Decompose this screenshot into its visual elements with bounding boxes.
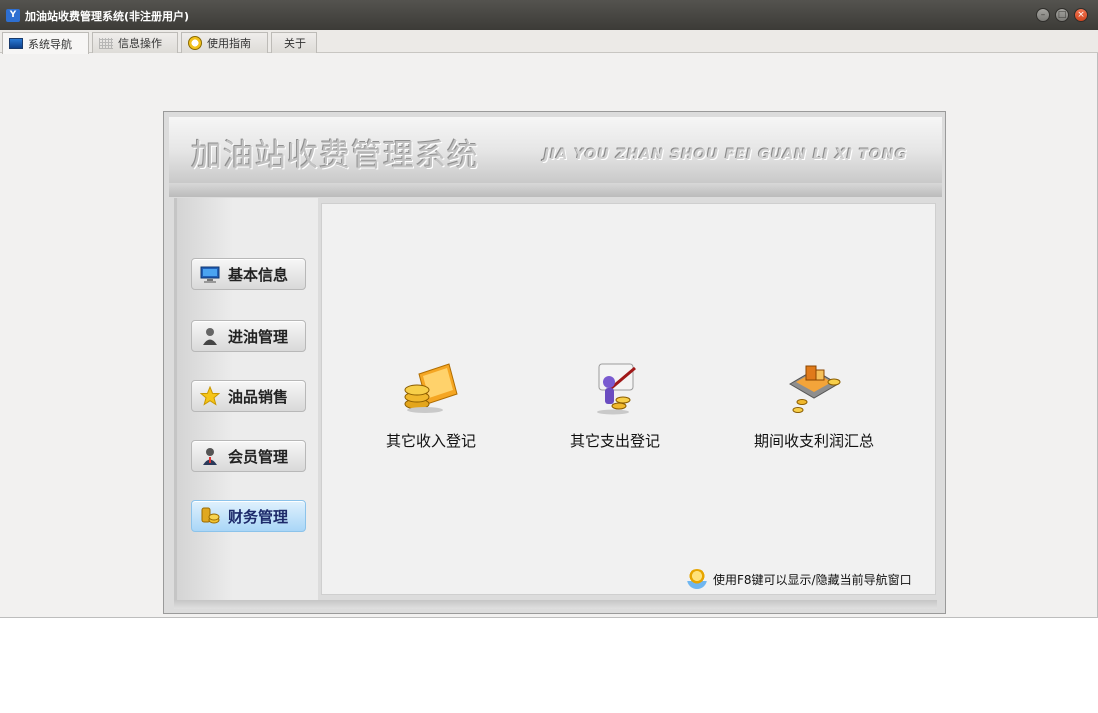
monitor-icon <box>9 38 23 49</box>
tab-label: 关于 <box>284 37 306 50</box>
person-icon <box>203 328 217 345</box>
member-icon <box>203 448 217 465</box>
header-band <box>169 183 942 197</box>
profit-summary-icon <box>789 365 841 413</box>
sidebar-item-label: 会员管理 <box>228 447 289 466</box>
close-button[interactable]: × <box>1074 8 1088 22</box>
navigation-panel: 加油站收费管理系统 JIA YOU ZHAN SHOU FEI GUAN LI … <box>163 111 946 614</box>
f8-hint: 使用F8键可以显示/隐藏当前导航窗口 <box>687 569 912 589</box>
function-period-profit-summary[interactable]: 期间收支利润汇总 <box>734 360 894 451</box>
sidebar-item-label: 油品销售 <box>228 387 289 406</box>
function-label: 期间收支利润汇总 <box>753 432 874 450</box>
grid-icon <box>99 37 113 49</box>
function-label: 其它支出登记 <box>569 432 660 450</box>
star-icon <box>200 386 220 406</box>
monitor-icon <box>200 266 220 283</box>
app-window: Y 加油站收费管理系统(非注册用户) – □ × 系统导航 信息操作 使用指南 … <box>0 0 1098 618</box>
system-title: 加油站收费管理系统 <box>191 138 479 174</box>
function-other-expense[interactable]: 其它支出登记 <box>550 360 680 451</box>
tab-label: 使用指南 <box>207 37 251 50</box>
function-area: 其它收入登记 其它支出登记 期间收支利润汇总 使用F8键可以显示/隐藏当前导航窗… <box>321 203 936 595</box>
tab-about[interactable]: 关于 <box>271 32 317 53</box>
sidebar-item-fuel-intake[interactable]: 进油管理 <box>191 320 306 352</box>
maximize-button[interactable]: □ <box>1055 8 1069 22</box>
sidebar-item-label: 进油管理 <box>228 327 289 346</box>
tab-user-guide[interactable]: 使用指南 <box>181 32 268 53</box>
hint-text: 使用F8键可以显示/隐藏当前导航窗口 <box>713 572 912 587</box>
minimize-button[interactable]: – <box>1036 8 1050 22</box>
function-label: 其它收入登记 <box>385 432 476 450</box>
sidebar-item-label: 财务管理 <box>228 507 289 526</box>
title-bar: Y 加油站收费管理系统(非注册用户) – □ × <box>0 0 1098 30</box>
clock-icon <box>188 36 202 50</box>
sidebar-item-finance-management[interactable]: 财务管理 <box>191 500 306 532</box>
window-title: 加油站收费管理系统(非注册用户) <box>25 10 190 23</box>
expense-icon <box>597 363 636 415</box>
panel-bottom-bar <box>174 600 937 609</box>
tab-label: 系统导航 <box>28 37 72 51</box>
tab-bar: 系统导航 信息操作 使用指南 关于 <box>0 30 1098 54</box>
sidebar-item-basic-info[interactable]: 基本信息 <box>191 258 306 290</box>
sidebar-item-member-management[interactable]: 会员管理 <box>191 440 306 472</box>
sidebar-item-fuel-sales[interactable]: 油品销售 <box>191 380 306 412</box>
coins-icon <box>201 507 220 524</box>
user-hint-icon <box>687 569 707 589</box>
tab-label: 信息操作 <box>118 37 162 50</box>
panel-header: 加油站收费管理系统 JIA YOU ZHAN SHOU FEI GUAN LI … <box>169 117 942 183</box>
tab-system-navigation[interactable]: 系统导航 <box>2 32 89 54</box>
income-coins-icon <box>404 363 458 413</box>
sidebar-item-label: 基本信息 <box>228 265 289 284</box>
app-logo-icon: Y <box>6 9 20 22</box>
function-other-income[interactable]: 其它收入登记 <box>366 360 496 451</box>
system-subtitle: JIA YOU ZHAN SHOU FEI GUAN LI XI TONG <box>544 147 908 163</box>
sidebar: 基本信息 进油管理 油品销售 会员管理 财务管理 <box>174 198 318 600</box>
tab-info-operations[interactable]: 信息操作 <box>92 32 178 53</box>
